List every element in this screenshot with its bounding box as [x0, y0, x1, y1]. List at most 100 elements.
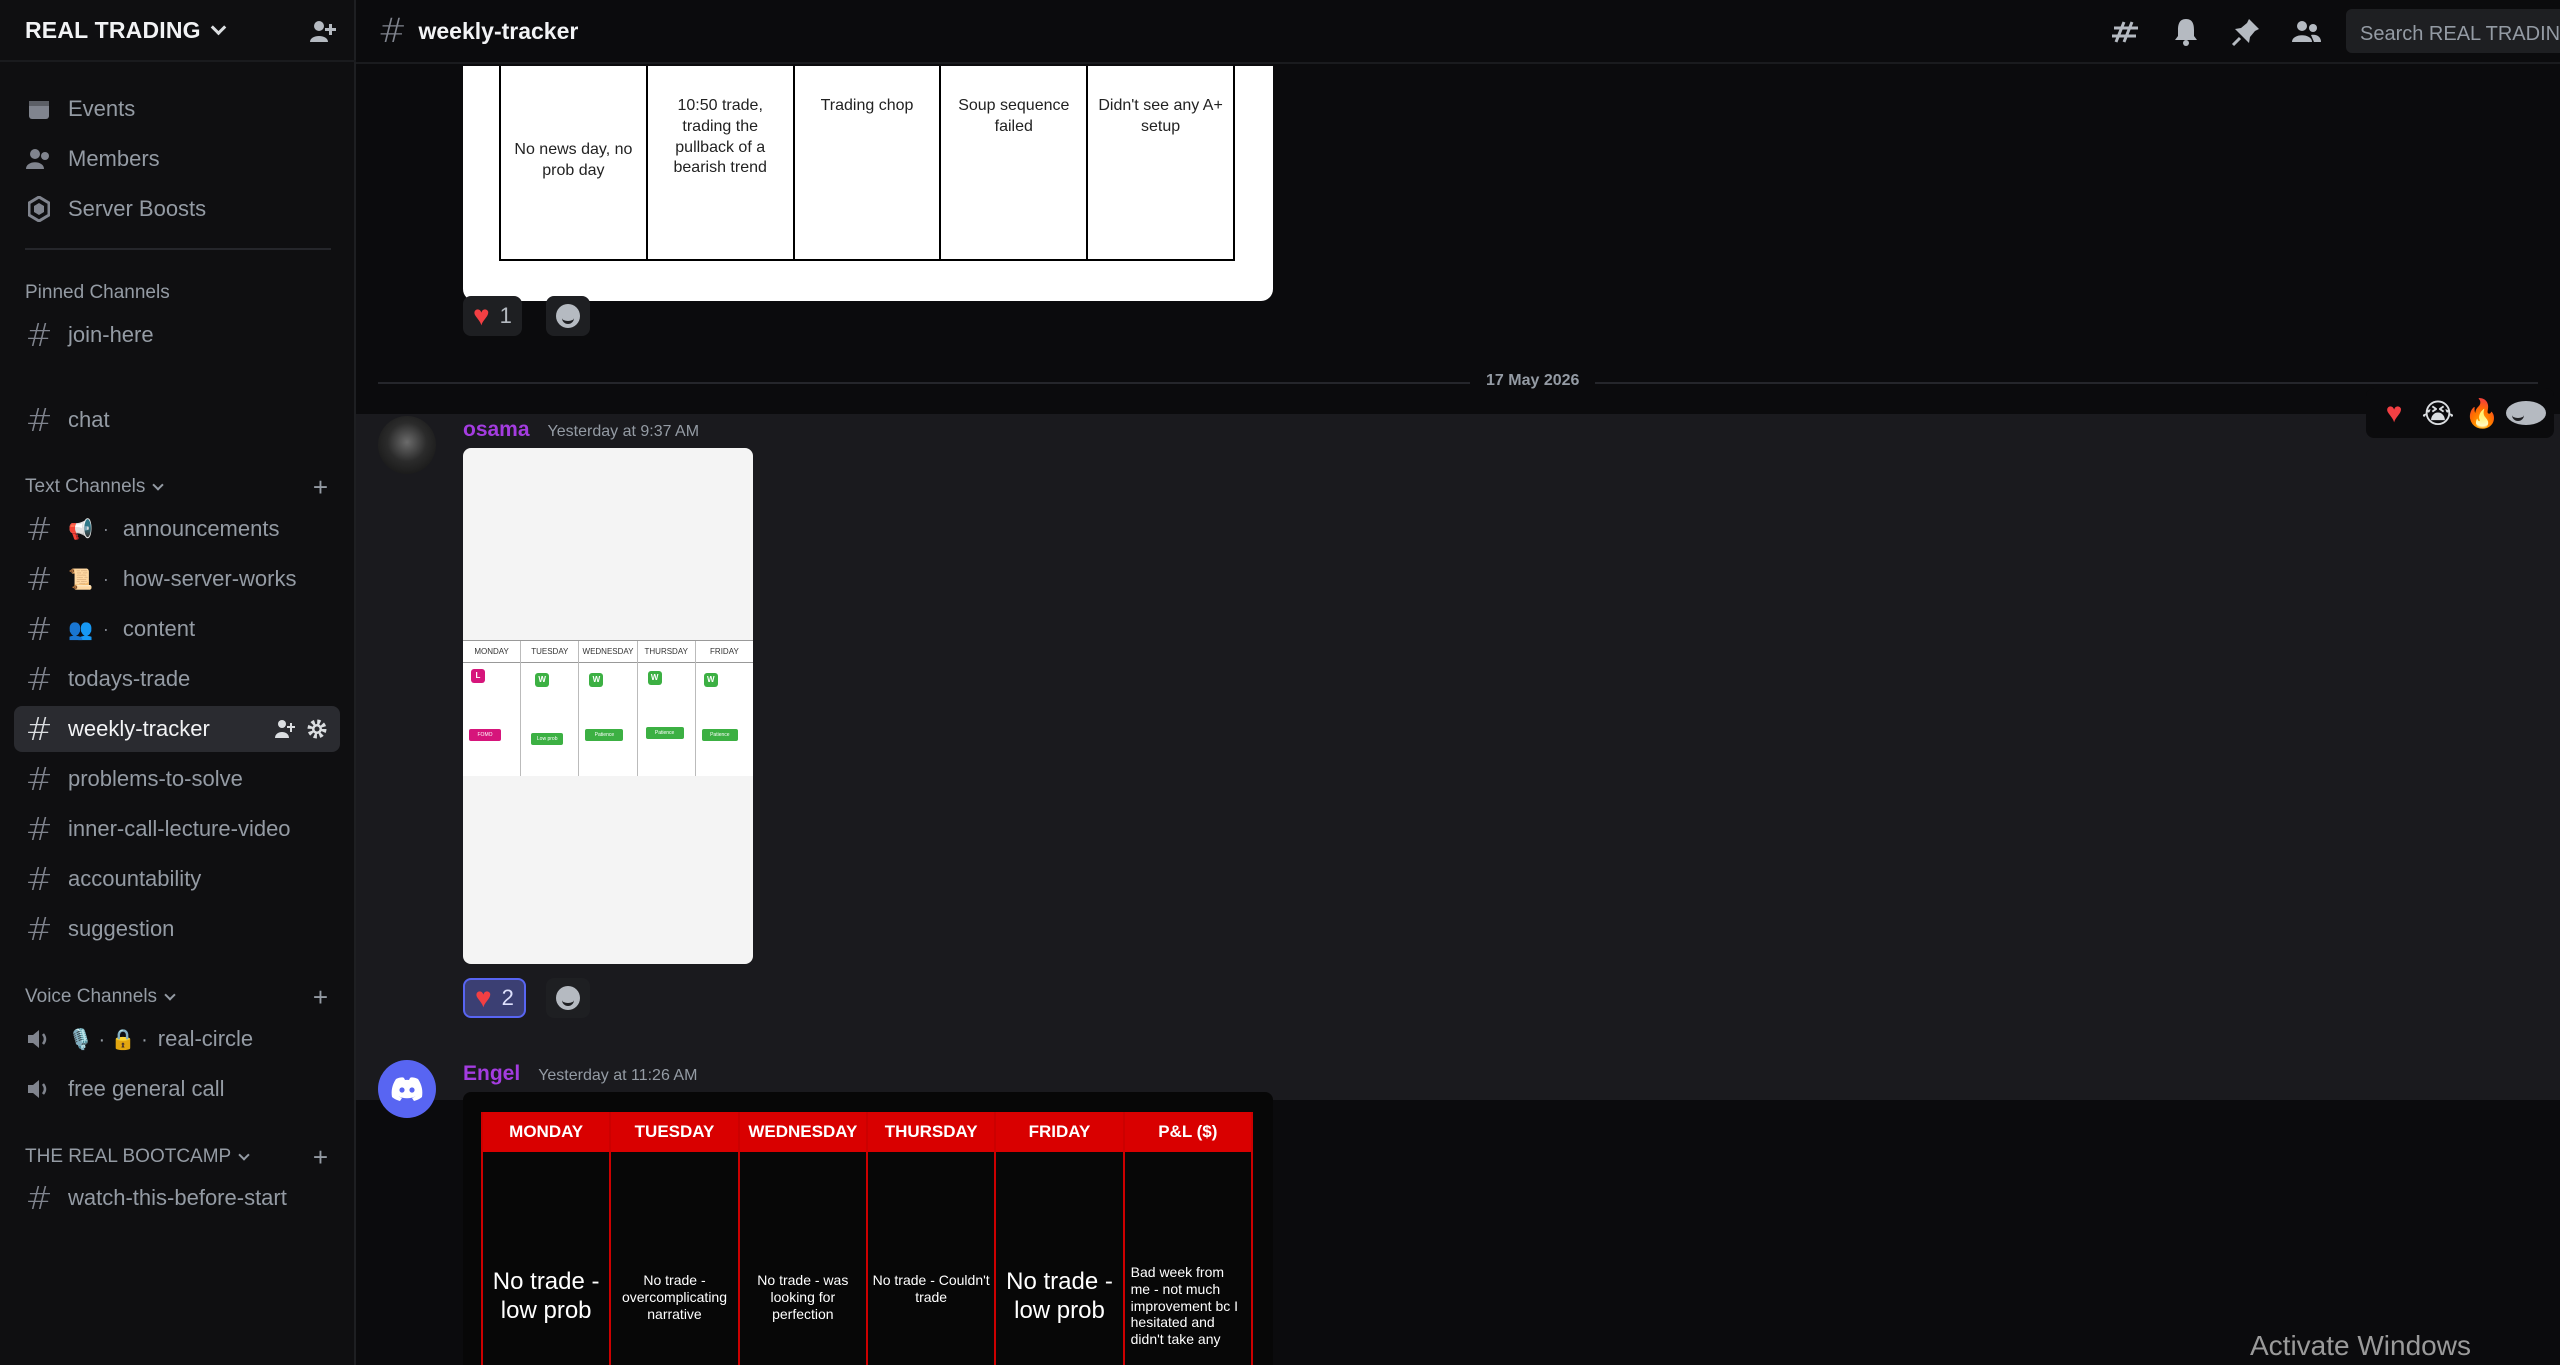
result-tag: W — [647, 671, 662, 685]
hash-icon: # — [25, 316, 53, 354]
invite-icon[interactable] — [274, 718, 296, 740]
invite-people-icon[interactable] — [308, 18, 336, 44]
column-header: P&L ($) — [1124, 1112, 1251, 1152]
image-attachment[interactable]: MONDAY L FOMO TUESDAY W Low prob WEDNESD… — [463, 448, 753, 964]
day-header: FRIDAY — [695, 641, 753, 663]
date-divider-label: 17 May 2026 — [1470, 372, 1596, 390]
day-header: WEDNESDAY — [579, 641, 637, 663]
day-header: THURSDAY — [637, 641, 695, 663]
search-input[interactable]: Search REAL TRADING — [2346, 9, 2560, 53]
note-tag: FOMO — [469, 729, 501, 741]
image-attachment[interactable]: MONDAY No trade - low prob TUESDAY No tr… — [463, 1092, 1273, 1365]
channel-title: weekly-tracker — [418, 17, 579, 44]
quick-reaction-toolbar: ♥ 😭 🔥 — [2366, 388, 2554, 438]
mic-lock-icons: 🎙️ · 🔒 · — [68, 1028, 148, 1051]
channel-content[interactable]: # 👥 · content — [14, 606, 340, 652]
gear-icon[interactable] — [306, 718, 328, 740]
create-channel-button[interactable]: + — [313, 474, 328, 500]
username[interactable]: osama — [463, 418, 530, 442]
result-tag: L — [471, 669, 485, 683]
fire-reaction-button[interactable]: 🔥 — [2462, 397, 2502, 430]
create-bootcamp-channel-button[interactable]: + — [313, 1144, 328, 1170]
boost-icon — [26, 196, 52, 222]
sidebar-item-members[interactable]: Members — [14, 136, 340, 182]
hash-icon: # — [25, 401, 53, 439]
table-cell: 10:50 trade, trading the pullback of a b… — [648, 66, 795, 259]
column-header: MONDAY — [483, 1112, 610, 1152]
hash-icon: # — [378, 11, 407, 51]
day-column: TUESDAY No trade - overcomplicating narr… — [611, 1112, 740, 1365]
category-text-channels[interactable]: Text Channels — [25, 476, 331, 498]
category-pinned[interactable]: Pinned Channels — [25, 282, 170, 304]
reaction-count: 1 — [499, 303, 512, 328]
channel-label: real-circle — [157, 1026, 254, 1051]
channel-accountability[interactable]: # accountability — [14, 856, 340, 902]
member-list-icon[interactable] — [2290, 16, 2322, 48]
heart-icon: ♥ — [475, 982, 492, 1013]
channel-chat[interactable]: # chat — [14, 397, 340, 443]
hash-icon: # — [25, 660, 53, 698]
avatar[interactable] — [378, 1060, 436, 1118]
avatar[interactable] — [378, 416, 436, 474]
username[interactable]: Engel — [463, 1062, 520, 1086]
channel-problems-to-solve[interactable]: # problems-to-solve — [14, 756, 340, 802]
channel-join-here[interactable]: # join-here — [14, 312, 340, 358]
channel-suggestion[interactable]: # suggestion — [14, 906, 340, 952]
channel-watch-this-before-start[interactable]: # watch-this-before-start — [14, 1175, 340, 1221]
channel-label: problems-to-solve — [68, 766, 243, 791]
table-cell: Trading chop — [795, 66, 942, 259]
channel-weekly-tracker[interactable]: # weekly-tracker — [14, 706, 340, 752]
table-cell: Didn't see any A+ setup — [1098, 97, 1223, 135]
add-reaction-button[interactable] — [2506, 401, 2546, 425]
channel-label: suggestion — [68, 916, 175, 941]
table-cell: Soup sequence failed — [941, 66, 1089, 259]
channel-label: how-server-works — [122, 566, 297, 591]
sidebar-item-events[interactable]: Events — [14, 86, 340, 132]
chevron-down-icon — [164, 988, 176, 1001]
channel-label: chat — [68, 407, 110, 432]
table-cell: No trade - Couldn't trade — [872, 1272, 990, 1305]
channel-todays-trade[interactable]: # todays-trade — [14, 656, 340, 702]
members-icon — [26, 146, 52, 172]
category-voice-channels[interactable]: Voice Channels — [25, 986, 176, 1008]
hash-icon: # — [25, 910, 53, 948]
channel-how-server-works[interactable]: # 📜 · how-server-works — [14, 556, 340, 602]
voice-channel-free-general-call[interactable]: free general call — [14, 1066, 340, 1112]
message-timestamp: Yesterday at 11:26 AM — [538, 1067, 698, 1084]
category-label: Voice Channels — [25, 986, 158, 1007]
category-label: Pinned Channels — [25, 282, 170, 303]
pnl-table: MONDAY No trade - low prob TUESDAY No tr… — [481, 1112, 1253, 1365]
crying-reaction-button[interactable]: 😭 — [2418, 397, 2458, 430]
speaker-locked-icon — [26, 1026, 52, 1052]
hash-icon: # — [25, 710, 53, 748]
create-voice-channel-button[interactable]: + — [313, 984, 328, 1010]
date-divider — [378, 382, 2538, 384]
image-attachment[interactable]: No news day, no prob day 10:50 trade, tr… — [463, 66, 1273, 301]
server-header[interactable]: REAL TRADING — [0, 0, 356, 62]
column-header: WEDNESDAY — [739, 1112, 866, 1152]
channel-inner-call-lecture-video[interactable]: # inner-call-lecture-video — [14, 806, 340, 852]
heart-reaction-button[interactable]: ♥ — [2374, 397, 2414, 429]
megaphone-icon: 📢 — [68, 518, 93, 541]
hash-icon: # — [25, 610, 53, 648]
channel-label: content — [122, 616, 196, 641]
add-reaction-button[interactable] — [546, 296, 590, 336]
channel-announcements[interactable]: # 📢 · announcements — [14, 506, 340, 552]
sidebar-item-server-boosts[interactable]: Server Boosts — [14, 186, 340, 232]
day-column: THURSDAY No trade - Couldn't trade — [867, 1112, 997, 1365]
bell-icon[interactable] — [2170, 16, 2202, 48]
heart-reaction[interactable]: ♥ 1 — [463, 296, 522, 336]
category-bootcamp[interactable]: THE REAL BOOTCAMP — [25, 1146, 250, 1168]
note-tag: Low prob — [531, 733, 564, 745]
channel-tools — [274, 718, 328, 740]
threads-icon[interactable] — [2110, 16, 2142, 48]
table-cell: No trade - low prob — [492, 1268, 600, 1324]
day-column: FRIDAY W Patience — [695, 641, 753, 776]
add-reaction-button[interactable] — [546, 978, 590, 1018]
channel-sidebar: REAL TRADING Events Members Server Boost… — [0, 0, 356, 1365]
heart-reaction[interactable]: ♥ 2 — [463, 978, 526, 1018]
day-column: WEDNESDAY W Patience — [579, 641, 638, 776]
channel-label: accountability — [68, 866, 202, 891]
voice-channel-real-circle[interactable]: 🎙️ · 🔒 · real-circle — [14, 1016, 340, 1062]
pin-icon[interactable] — [2230, 16, 2262, 48]
